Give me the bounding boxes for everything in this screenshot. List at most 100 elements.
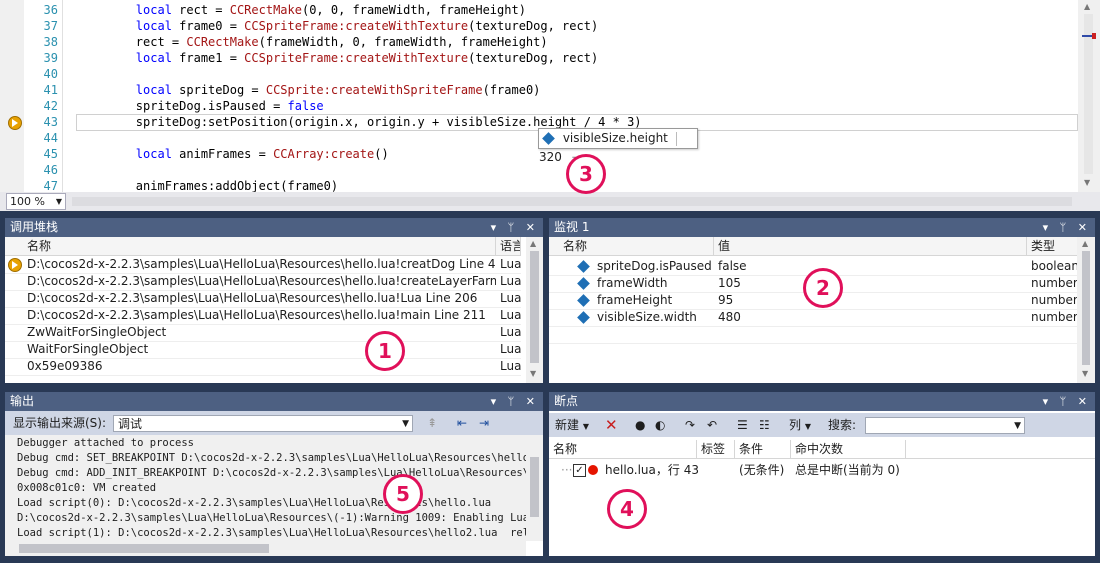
- column-name[interactable]: 名称: [549, 440, 697, 458]
- frame-name: D:\cocos2d-x-2.2.3\samples\Lua\HelloLua\…: [27, 291, 478, 305]
- code-line[interactable]: local frame1 = CCSpriteFrame:createWithT…: [78, 50, 598, 66]
- import-icon[interactable]: ↶: [707, 413, 717, 437]
- column-label[interactable]: 标签: [697, 440, 735, 458]
- code-line[interactable]: spriteDog.isPaused = false: [78, 98, 324, 114]
- scroll-thumb[interactable]: [530, 457, 539, 517]
- watch-value[interactable]: false: [714, 258, 1027, 275]
- code-line[interactable]: local frame0 = CCSpriteFrame:createWithT…: [78, 18, 598, 34]
- code-editor[interactable]: 36 37 38 39 40 41 42 43 44 45 46 47 local rect = CC…: [0, 0, 1100, 211]
- new-breakpoint-button[interactable]: 新建 ▼: [555, 413, 589, 437]
- code-token: frame1 =: [171, 51, 245, 65]
- column-value[interactable]: 值: [714, 237, 1027, 255]
- output-horizontal-scrollbar[interactable]: [5, 541, 526, 556]
- datatip-value[interactable]: 320: [539, 150, 562, 164]
- code-line[interactable]: local spriteDog = CCSprite:createWithSpr…: [78, 82, 541, 98]
- dropdown-icon[interactable]: ▾: [1043, 221, 1053, 234]
- call-stack-title-bar[interactable]: 调用堆栈 ▾ ᛘ ✕: [5, 218, 543, 237]
- watch-empty-row[interactable]: [549, 326, 1077, 344]
- code-line[interactable]: local animFrames = CCArray:create(): [78, 146, 389, 162]
- dropdown-icon[interactable]: ▾: [1043, 395, 1053, 408]
- call-stack-scrollbar[interactable]: ▲ ▼: [526, 237, 543, 383]
- code-token: spriteDog =: [171, 83, 266, 97]
- outline-margin: [62, 0, 73, 192]
- scroll-thumb[interactable]: [530, 251, 539, 363]
- output-vertical-scrollbar[interactable]: [526, 435, 543, 541]
- output-text-area[interactable]: Debugger attached to process Debug cmd: S…: [5, 435, 526, 541]
- table-row[interactable]: D:\cocos2d-x-2.2.3\samples\Lua\HelloLua\…: [5, 307, 521, 325]
- scroll-down-icon[interactable]: ▼: [530, 369, 536, 378]
- column-condition[interactable]: 条件: [735, 440, 791, 458]
- export-icon[interactable]: ↷: [685, 413, 695, 437]
- close-icon[interactable]: ✕: [1078, 221, 1091, 234]
- code-line[interactable]: rect = CCRectMake(frameWidth, 0, frameWi…: [78, 34, 548, 50]
- output-title-bar[interactable]: 输出 ▾ ᛘ ✕: [5, 392, 543, 411]
- close-icon[interactable]: ✕: [1078, 395, 1091, 408]
- table-row[interactable]: D:\cocos2d-x-2.2.3\samples\Lua\HelloLua\…: [5, 290, 521, 308]
- table-row[interactable]: D:\cocos2d-x-2.2.3\samples\Lua\HelloLua\…: [5, 256, 521, 274]
- editor-vertical-scrollbar[interactable]: ▲ ▼: [1078, 0, 1100, 192]
- variable-icon: [577, 277, 590, 290]
- delete-all-icon[interactable]: ●: [635, 413, 645, 437]
- output-source-select[interactable]: 调试 ▼: [113, 415, 413, 432]
- close-icon[interactable]: ✕: [526, 221, 539, 234]
- new-label: 新建: [555, 418, 580, 432]
- dropdown-icon[interactable]: ▾: [491, 395, 501, 408]
- column-hit-count[interactable]: 命中次数: [791, 440, 906, 458]
- column-name[interactable]: 名称: [23, 237, 496, 255]
- column-type[interactable]: 类型: [1027, 237, 1077, 255]
- go-to-disassembly-icon[interactable]: ☷: [759, 413, 770, 437]
- pin-icon[interactable]: ᛘ: [1060, 221, 1071, 234]
- frame-language: Lua: [500, 308, 522, 322]
- frame-name: D:\cocos2d-x-2.2.3\samples\Lua\HelloLua\…: [27, 308, 486, 322]
- callout-4: 4: [607, 489, 647, 529]
- scroll-thumb[interactable]: [1082, 251, 1090, 365]
- horizontal-scroll-thumb[interactable]: [72, 197, 1072, 206]
- find-message-icon[interactable]: ⇞: [427, 411, 437, 435]
- delete-icon[interactable]: ✕: [605, 413, 618, 437]
- current-frame-arrow-icon: [8, 258, 22, 272]
- breakpoint-search-input[interactable]: ▼: [865, 417, 1025, 434]
- zoom-value: 100 %: [10, 195, 45, 208]
- frame-name: ZwWaitForSingleObject: [27, 325, 167, 339]
- table-row[interactable]: D:\cocos2d-x-2.2.3\samples\Lua\HelloLua\…: [5, 273, 521, 291]
- line-number: 45: [43, 147, 58, 161]
- code-line[interactable]: local rect = CCRectMake(0, 0, frameWidth…: [78, 2, 526, 18]
- checkbox[interactable]: ✓: [573, 464, 586, 477]
- zoom-select[interactable]: 100 % ▼: [6, 193, 66, 210]
- go-previous-icon[interactable]: ⇤: [457, 411, 467, 435]
- pin-icon[interactable]: ᛘ: [508, 395, 519, 408]
- scroll-down-icon[interactable]: ▼: [1084, 178, 1090, 187]
- pin-icon[interactable]: ᛘ: [508, 221, 519, 234]
- scroll-down-icon[interactable]: ▼: [1082, 369, 1088, 378]
- column-name[interactable]: 名称: [559, 237, 714, 255]
- table-row[interactable]: ···· ✓ hello.lua，行 43 (无条件) 总是中断(当前为 0): [549, 462, 1077, 479]
- dropdown-icon[interactable]: ▾: [491, 221, 501, 234]
- watch-title-bar[interactable]: 监视 1 ▾ ᛘ ✕: [549, 218, 1095, 237]
- datatip[interactable]: visibleSize.height 320 ⊸: [538, 128, 698, 164]
- scroll-up-icon[interactable]: ▲: [1084, 2, 1090, 11]
- columns-button[interactable]: 列 ▼: [789, 413, 811, 437]
- table-row[interactable]: WaitForSingleObject Lua: [5, 341, 521, 359]
- breakpoints-title-bar[interactable]: 断点 ▾ ᛘ ✕: [549, 392, 1095, 411]
- table-row[interactable]: visibleSize.width 480 number: [549, 309, 1077, 327]
- table-row[interactable]: ZwWaitForSingleObject Lua: [5, 324, 521, 342]
- code-token: rect =: [78, 35, 187, 49]
- scroll-up-icon[interactable]: ▲: [1082, 239, 1088, 248]
- watch-value[interactable]: 95: [714, 292, 1027, 309]
- pin-icon[interactable]: ᛘ: [1060, 395, 1071, 408]
- watch-value[interactable]: 105: [714, 275, 1027, 292]
- scroll-thumb[interactable]: [19, 544, 269, 553]
- column-language[interactable]: 语言: [496, 237, 521, 255]
- close-icon[interactable]: ✕: [526, 395, 539, 408]
- go-next-icon[interactable]: ⇥: [479, 411, 489, 435]
- toggle-all-icon[interactable]: ◐: [655, 413, 665, 437]
- table-row[interactable]: 0x59e09386 Lua: [5, 358, 521, 376]
- output-line: Debugger attached to process: [17, 437, 195, 449]
- code-token: CCArray:create: [273, 147, 375, 161]
- glyph-margin[interactable]: [0, 0, 24, 192]
- watch-value[interactable]: 480: [714, 309, 1027, 326]
- scroll-up-icon[interactable]: ▲: [530, 239, 536, 248]
- watch-scrollbar[interactable]: ▲ ▼: [1077, 237, 1095, 383]
- go-to-source-icon[interactable]: ☰: [737, 413, 748, 437]
